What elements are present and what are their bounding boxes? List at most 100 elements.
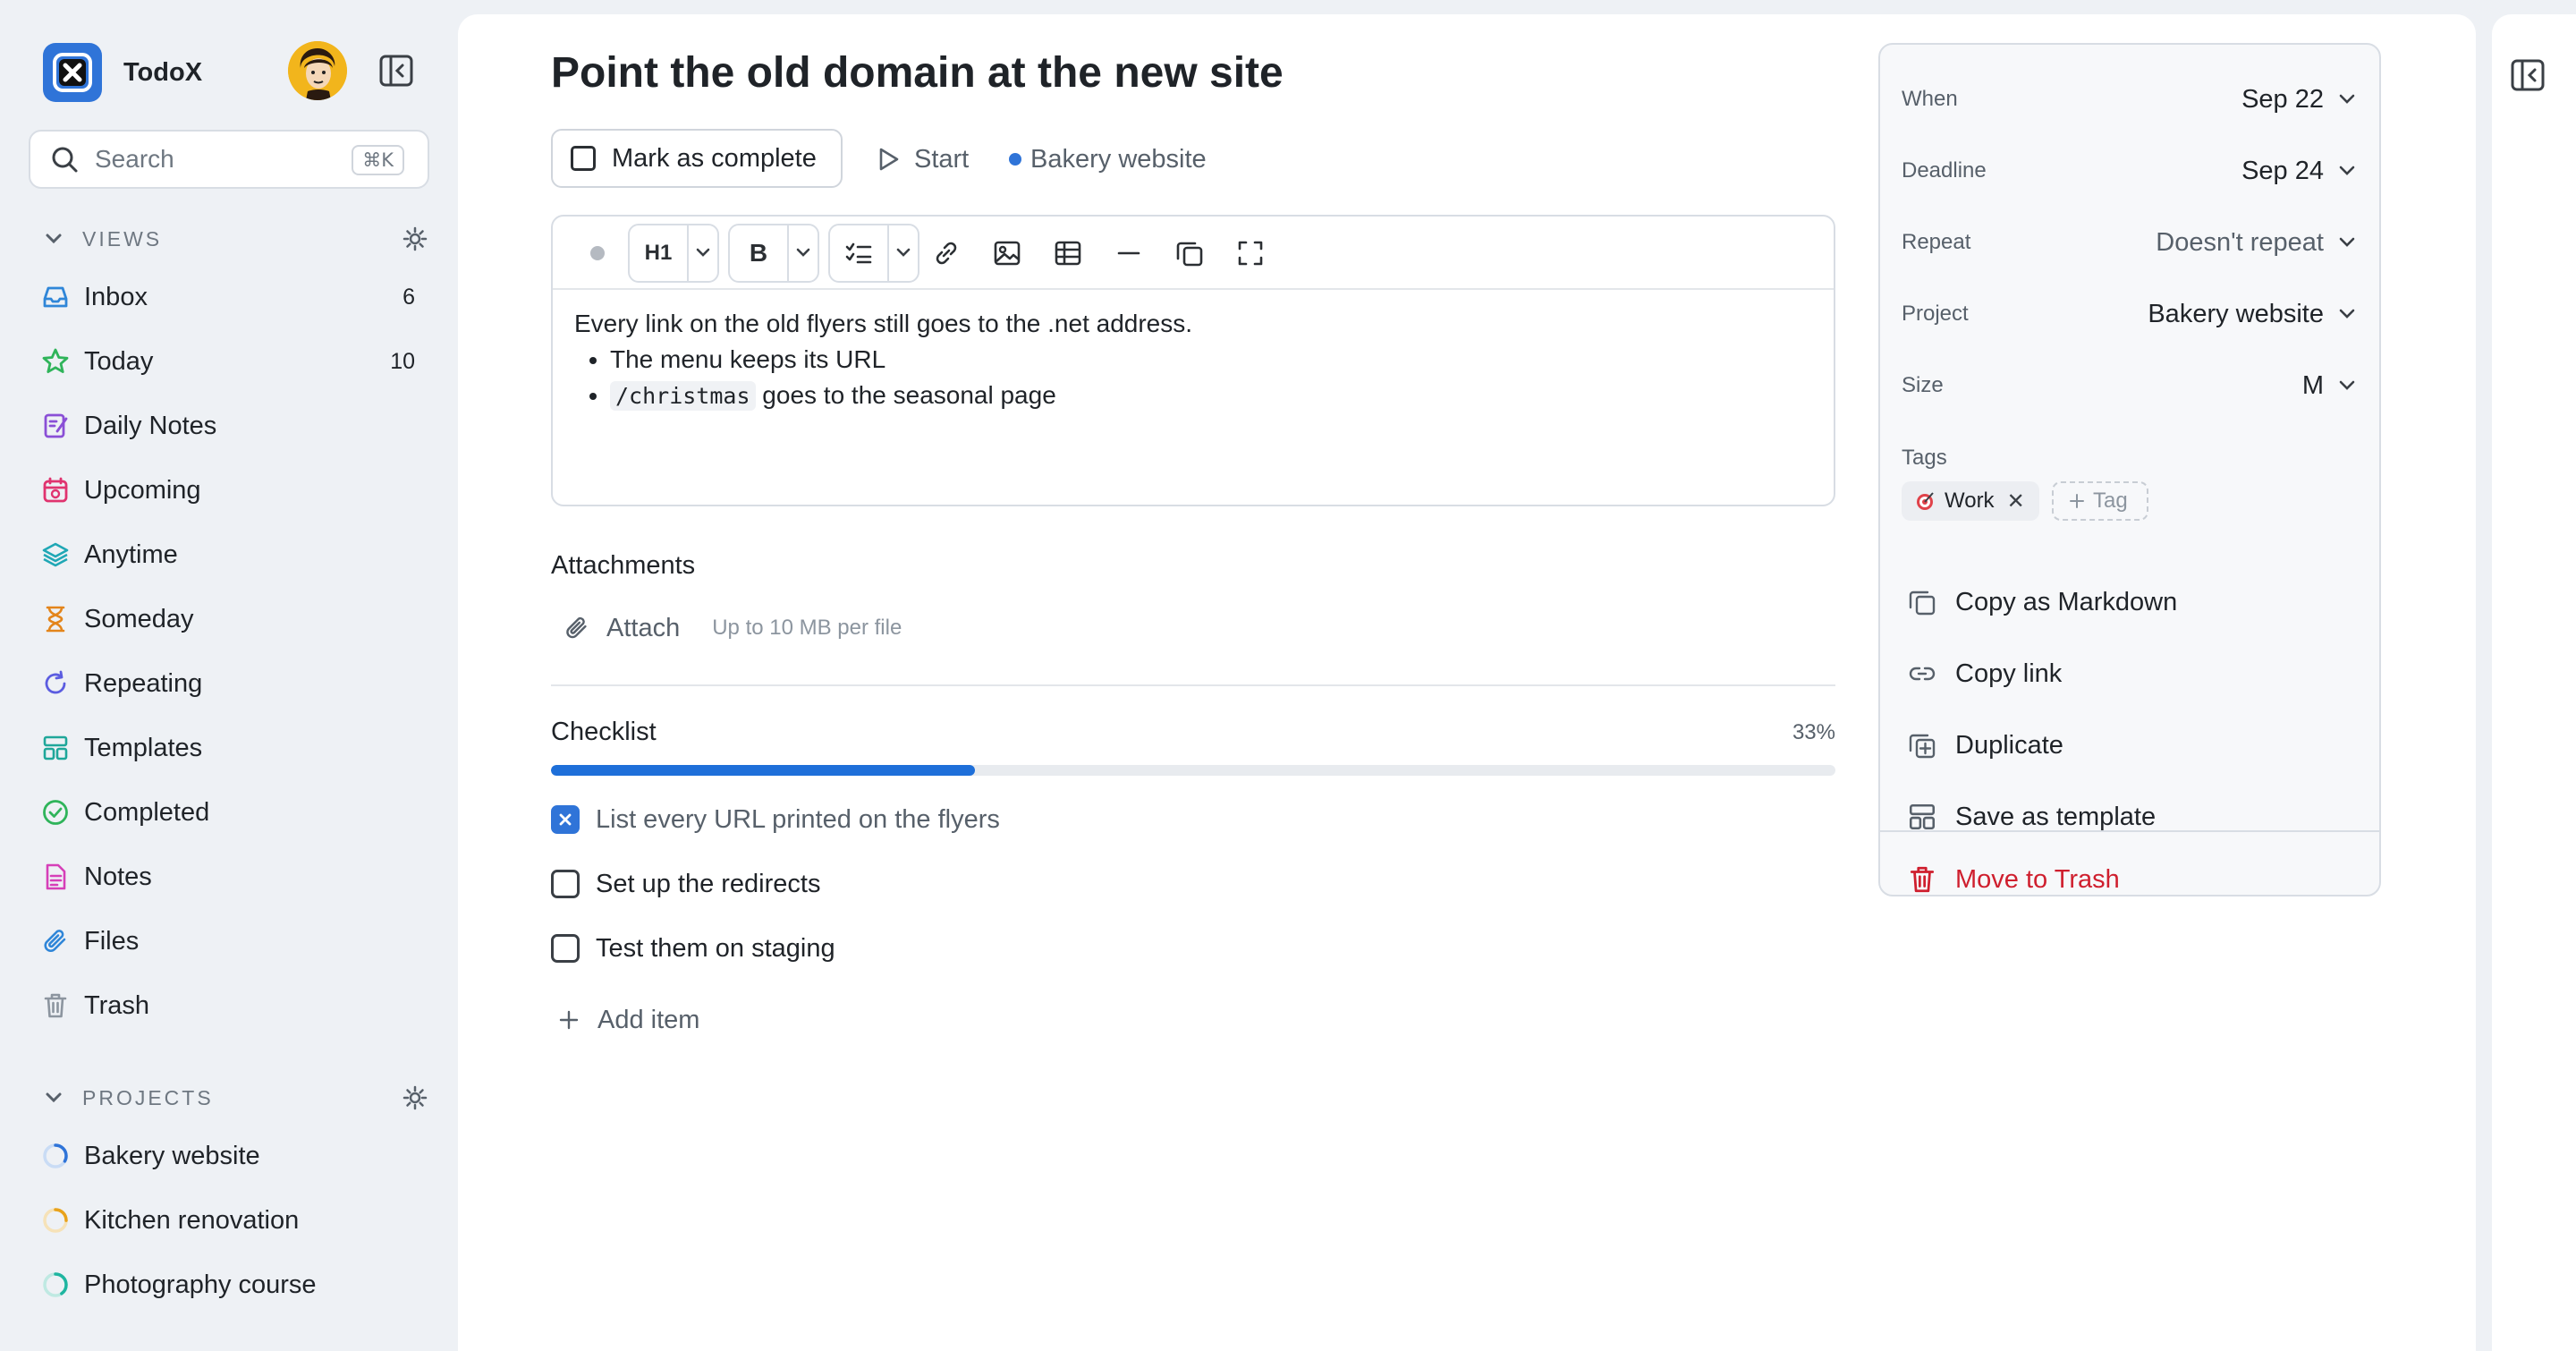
editor-content[interactable]: Every link on the old flyers still goes … xyxy=(574,306,1192,414)
add-checklist-item-button[interactable]: Add item xyxy=(558,998,699,1041)
fullscreen-icon[interactable] xyxy=(1233,235,1268,271)
when-field[interactable]: When Sep 22 xyxy=(1902,77,2358,122)
user-avatar[interactable] xyxy=(288,41,347,100)
paperclip-icon xyxy=(566,616,587,639)
project-label: Kitchen renovation xyxy=(84,1205,300,1235)
save-as-template-button[interactable]: Save as template xyxy=(1907,793,2363,841)
start-button[interactable]: Start xyxy=(875,134,969,184)
views-section-header[interactable]: VIEWS xyxy=(43,221,428,257)
deadline-field[interactable]: Deadline Sep 24 xyxy=(1902,149,2358,193)
sidebar-item-repeating[interactable]: Repeating xyxy=(39,658,424,709)
app-brand[interactable]: TodoX xyxy=(43,43,202,102)
sidebar-item-label: Anytime xyxy=(84,540,178,569)
toggle-right-panel-icon[interactable] xyxy=(2510,57,2546,93)
link-icon[interactable] xyxy=(928,235,964,271)
target-icon xyxy=(1917,492,1934,510)
attach-button[interactable]: Attach Up to 10 MB per file xyxy=(564,607,902,650)
sidebar-item-someday[interactable]: Someday xyxy=(39,593,424,645)
sidebar-item-label: Repeating xyxy=(84,668,203,698)
checklist-item[interactable]: List every URL printed on the flyers xyxy=(551,798,1000,841)
repeat-field[interactable]: Repeat Doesn't repeat xyxy=(1902,220,2358,265)
sidebar-item-anytime[interactable]: Anytime xyxy=(39,529,424,581)
status-dot-icon[interactable] xyxy=(580,235,615,271)
today-count: 10 xyxy=(390,348,415,374)
task-project-chip[interactable]: Bakery website xyxy=(1009,134,1207,184)
checklist-format-icon xyxy=(830,240,887,267)
checkbox-icon[interactable] xyxy=(551,870,580,898)
project-item-bakery-website[interactable]: Bakery website xyxy=(39,1130,424,1182)
editor-toolbar: H1 B xyxy=(553,217,1834,290)
projects-title: PROJECTS xyxy=(82,1085,214,1109)
sidebar-item-templates[interactable]: Templates xyxy=(39,722,424,774)
project-value: Bakery website xyxy=(2148,299,2324,328)
checklist-percent: 33% xyxy=(1792,720,1835,744)
chevron-down-icon xyxy=(2339,380,2355,390)
trash-icon xyxy=(1910,866,1935,893)
attach-label: Attach xyxy=(606,613,681,642)
sidebar-item-notes[interactable]: Notes xyxy=(39,851,424,903)
sidebar-item-files[interactable]: Files xyxy=(39,915,424,967)
views-settings-gear-icon[interactable] xyxy=(402,226,428,251)
collapse-sidebar-icon[interactable] xyxy=(379,55,413,87)
add-tag-label: Tag xyxy=(2093,489,2128,513)
project-item-kitchen-renovation[interactable]: Kitchen renovation xyxy=(39,1194,424,1246)
image-icon[interactable] xyxy=(989,235,1025,271)
heading-dropdown[interactable]: H1 xyxy=(628,224,719,283)
sidebar-item-trash[interactable]: Trash xyxy=(39,980,424,1032)
sidebar-item-label: Inbox xyxy=(84,282,148,311)
duplicate-label: Duplicate xyxy=(1955,730,2063,760)
table-icon[interactable] xyxy=(1050,235,1086,271)
plus-icon xyxy=(2070,494,2084,508)
link-icon xyxy=(1909,667,1936,681)
mark-complete-button[interactable]: Mark as complete xyxy=(551,129,843,188)
editor-bullet: The menu keeps its URL xyxy=(610,342,1192,378)
checklist-item-label: Set up the redirects xyxy=(596,869,821,898)
add-item-label: Add item xyxy=(597,1005,700,1034)
copy-link-label: Copy link xyxy=(1955,659,2063,688)
sidebar-item-daily-notes[interactable]: Daily Notes xyxy=(39,400,424,452)
sidebar-item-today[interactable]: Today 10 xyxy=(39,336,424,387)
projects-section-header[interactable]: PROJECTS xyxy=(43,1080,428,1116)
sidebar-item-label: Completed xyxy=(84,797,210,827)
sidebar-item-upcoming[interactable]: Upcoming xyxy=(39,464,424,516)
chevron-down-icon xyxy=(896,248,911,257)
search-input[interactable]: Search ⌘K xyxy=(29,130,429,189)
start-label: Start xyxy=(914,144,970,174)
mark-complete-label: Mark as complete xyxy=(612,143,817,173)
bold-dropdown[interactable]: B xyxy=(728,224,819,283)
checklist-item[interactable]: Test them on staging xyxy=(551,927,835,970)
template-icon xyxy=(1909,803,1936,830)
checkbox-icon[interactable] xyxy=(551,934,580,963)
search-icon xyxy=(52,147,78,173)
daily-notes-icon xyxy=(39,410,72,442)
task-project-label: Bakery website xyxy=(1030,144,1207,174)
copy-link-button[interactable]: Copy link xyxy=(1907,650,2363,698)
project-item-photography-course[interactable]: Photography course xyxy=(39,1259,424,1311)
add-tag-button[interactable]: Tag xyxy=(2052,481,2148,521)
checklist-progress-bar xyxy=(551,765,1835,776)
checklist-item[interactable]: Set up the redirects xyxy=(551,862,820,905)
checkbox-checked-icon[interactable] xyxy=(551,805,580,834)
description-editor[interactable]: H1 B Every link on the old flyers still … xyxy=(551,215,1835,506)
checkbox-icon xyxy=(571,146,596,171)
sidebar-item-label: Templates xyxy=(84,733,203,762)
divider-line-icon[interactable] xyxy=(1111,235,1147,271)
sidebar-item-completed[interactable]: Completed xyxy=(39,786,424,838)
sidebar-item-label: Someday xyxy=(84,604,194,633)
copy-markdown-button[interactable]: Copy as Markdown xyxy=(1907,578,2363,626)
duplicate-icon xyxy=(1909,734,1936,759)
checklist-dropdown[interactable] xyxy=(828,224,919,283)
remove-tag-icon[interactable]: ✕ xyxy=(2007,489,2025,514)
move-to-trash-button[interactable]: Move to Trash xyxy=(1907,855,2363,895)
divider xyxy=(1880,830,2379,832)
sidebar-item-inbox[interactable]: Inbox 6 xyxy=(39,271,424,323)
project-field[interactable]: Project Bakery website xyxy=(1902,292,2358,336)
copy-icon[interactable] xyxy=(1172,235,1208,271)
task-title[interactable]: Point the old domain at the new site xyxy=(551,48,1284,98)
sidebar-item-label: Trash xyxy=(84,990,150,1020)
sidebar-item-label: Files xyxy=(84,926,140,956)
tag-chip-work[interactable]: Work ✕ xyxy=(1902,481,2039,521)
duplicate-button[interactable]: Duplicate xyxy=(1907,721,2363,769)
projects-settings-gear-icon[interactable] xyxy=(402,1085,428,1110)
size-field[interactable]: Size M xyxy=(1902,363,2358,408)
